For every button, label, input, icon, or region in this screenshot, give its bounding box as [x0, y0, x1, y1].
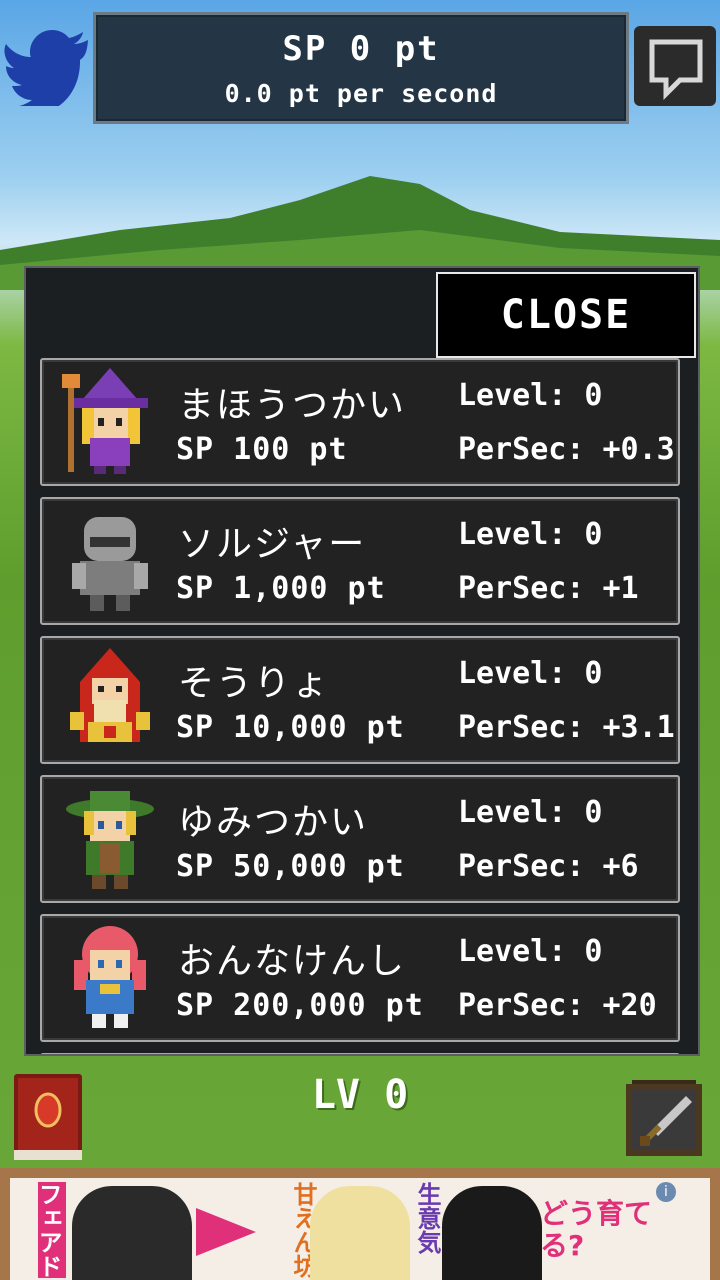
- twitter-icon[interactable]: [4, 30, 90, 106]
- unit-name: ソルジャー: [178, 524, 367, 565]
- ad-content[interactable]: フェアドル 甘えん坊 生意気 どう育てる? i: [10, 1178, 710, 1280]
- unit-row-partial[interactable]: [40, 1053, 680, 1054]
- close-button[interactable]: CLOSE: [436, 272, 696, 358]
- unit-cost: SP 50,000 pt: [176, 849, 405, 884]
- unit-cost: SP 200,000 pt: [176, 988, 424, 1023]
- unit-cost: SP 10,000 pt: [176, 710, 405, 745]
- sp-total: SP 0 pt: [282, 29, 440, 69]
- unit-level: Level: 0: [458, 656, 603, 691]
- soldier-icon: [72, 517, 148, 611]
- unit-level: Level: 0: [458, 795, 603, 830]
- unit-row[interactable]: まほうつかい SP 100 pt Level: 0 PerSec: +0.3: [40, 358, 680, 486]
- unit-row[interactable]: ソルジャー SP 1,000 pt Level: 0 PerSec: +1: [40, 497, 680, 625]
- unit-cost: SP 1,000 pt: [176, 571, 386, 606]
- unit-level: Level: 0: [458, 517, 603, 552]
- unit-level: Level: 0: [458, 934, 603, 969]
- ad-character-2: [310, 1186, 410, 1280]
- unit-persec: PerSec: +3.1: [458, 710, 675, 745]
- book-icon[interactable]: [12, 1072, 84, 1162]
- unit-name: まほうつかい: [178, 385, 407, 426]
- unit-row[interactable]: おんなけんし SP 200,000 pt Level: 0 PerSec: +2…: [40, 914, 680, 1042]
- chat-button[interactable]: [634, 26, 716, 106]
- player-level: LV 0: [311, 1072, 409, 1118]
- unit-level: Level: 0: [458, 378, 603, 413]
- unit-persec: PerSec: +1: [458, 571, 639, 606]
- sword-icon[interactable]: [624, 1076, 704, 1158]
- swordswoman-icon: [74, 926, 146, 1028]
- witch-icon: [62, 368, 148, 474]
- ad-info-icon[interactable]: i: [656, 1182, 676, 1202]
- ad-banner[interactable]: フェアドル 甘えん坊 生意気 どう育てる? i: [0, 1168, 720, 1280]
- sp-rate: 0.0 pt per second: [224, 79, 498, 108]
- speech-bubble-icon: [649, 39, 703, 101]
- unit-persec: PerSec: +0.3: [458, 432, 675, 467]
- unit-list: まほうつかい SP 100 pt Level: 0 PerSec: +0.3 ソ…: [40, 358, 680, 1054]
- unit-name: ゆみつかい: [178, 802, 369, 843]
- score-panel: SP 0 pt 0.0 pt per second: [93, 12, 629, 124]
- ad-character: [72, 1186, 192, 1280]
- unit-cost: SP 100 pt: [176, 432, 348, 467]
- ad-character-3: [442, 1186, 542, 1280]
- unit-row[interactable]: ゆみつかい SP 50,000 pt Level: 0 PerSec: +6: [40, 775, 680, 903]
- unit-row[interactable]: そうりょ SP 10,000 pt Level: 0 PerSec: +3.1: [40, 636, 680, 764]
- priest-icon: [70, 648, 150, 742]
- unit-persec: PerSec: +20: [458, 988, 657, 1023]
- unit-name: おんなけんし: [178, 941, 407, 982]
- ad-text-4: どう育てる?: [540, 1197, 653, 1262]
- ad-text-1: フェアドル: [38, 1182, 66, 1278]
- unit-name: そうりょ: [178, 663, 331, 704]
- ad-text-3: 生意気: [413, 1182, 441, 1254]
- ad-arrow-icon: [196, 1208, 256, 1256]
- archer-icon: [66, 791, 154, 889]
- unit-persec: PerSec: +6: [458, 849, 639, 884]
- unit-shop-dialog: CLOSE まほうつかい SP 100 pt Level: 0 PerSec:: [24, 266, 700, 1056]
